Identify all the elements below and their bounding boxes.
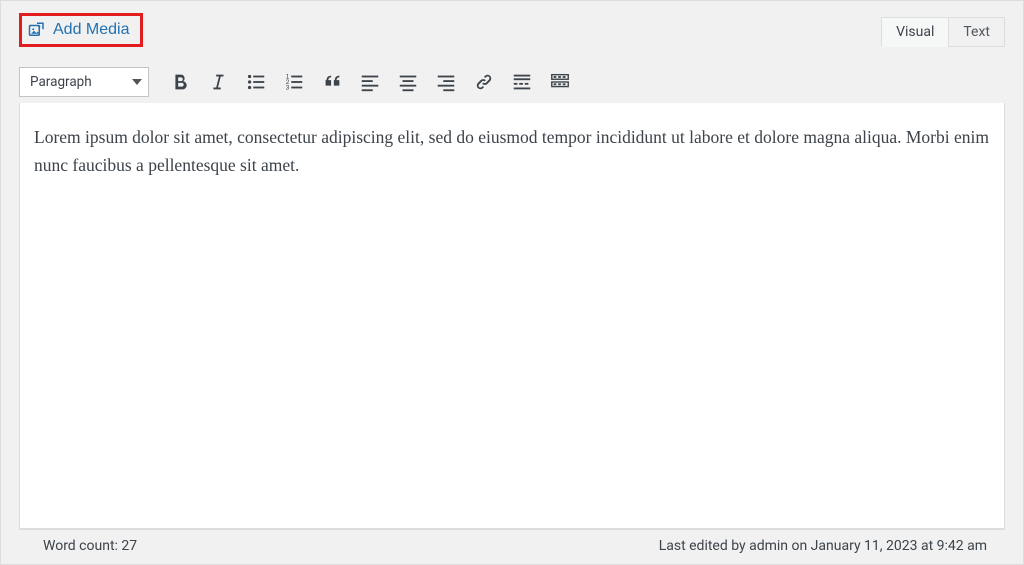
numbered-list-button[interactable]: 123 bbox=[277, 67, 311, 97]
editor-tabs: Visual Text bbox=[882, 17, 1005, 47]
link-button[interactable] bbox=[467, 67, 501, 97]
content-paragraph[interactable]: Lorem ipsum dolor sit amet, consectetur … bbox=[34, 123, 990, 179]
add-media-label: Add Media bbox=[53, 21, 130, 39]
format-dropdown[interactable]: Paragraph bbox=[19, 67, 149, 97]
svg-text:3: 3 bbox=[286, 84, 290, 91]
blockquote-button[interactable] bbox=[315, 67, 349, 97]
add-media-highlight: Add Media bbox=[19, 13, 143, 47]
tab-visual[interactable]: Visual bbox=[881, 17, 949, 47]
align-right-button[interactable] bbox=[429, 67, 463, 97]
media-icon bbox=[27, 21, 47, 39]
align-center-button[interactable] bbox=[391, 67, 425, 97]
editor-content-area[interactable]: Lorem ipsum dolor sit amet, consectetur … bbox=[19, 103, 1005, 529]
chevron-down-icon bbox=[132, 79, 142, 85]
toolbar-toggle-button[interactable] bbox=[543, 67, 577, 97]
format-dropdown-label: Paragraph bbox=[30, 74, 92, 90]
tab-text[interactable]: Text bbox=[948, 17, 1005, 47]
bold-button[interactable] bbox=[163, 67, 197, 97]
italic-button[interactable] bbox=[201, 67, 235, 97]
last-edited: Last edited by admin on January 11, 2023… bbox=[659, 538, 987, 554]
add-media-button[interactable]: Add Media bbox=[25, 19, 132, 41]
status-bar: Word count: 27 Last edited by admin on J… bbox=[19, 529, 1005, 564]
toolbar: Paragraph 123 bbox=[1, 61, 1023, 103]
read-more-button[interactable] bbox=[505, 67, 539, 97]
align-left-button[interactable] bbox=[353, 67, 387, 97]
bullet-list-button[interactable] bbox=[239, 67, 273, 97]
word-count: Word count: 27 bbox=[43, 538, 137, 554]
top-bar: Add Media Visual Text bbox=[1, 1, 1023, 47]
editor-container: Add Media Visual Text Paragraph 123 bbox=[0, 0, 1024, 565]
